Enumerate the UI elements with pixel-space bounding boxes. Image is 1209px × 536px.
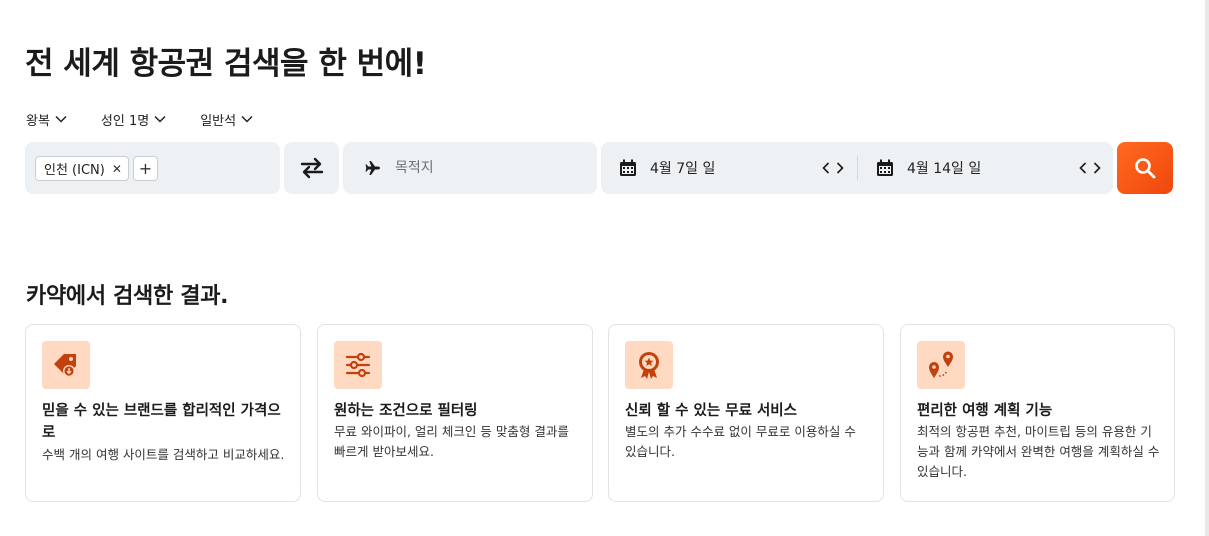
origin-field[interactable]: 인천 (ICN) ✕ + xyxy=(25,142,280,194)
feature-card-description: 최적의 항공편 추천, 마이트립 등의 유용한 기능과 함께 카약에서 완벽한 … xyxy=(917,424,1160,479)
search-icon xyxy=(1135,158,1156,179)
return-date-field[interactable]: 4월 14일 일 xyxy=(876,142,1108,194)
depart-next-day-button[interactable] xyxy=(833,160,847,176)
depart-prev-day-button[interactable] xyxy=(819,160,833,176)
destination-field[interactable] xyxy=(343,142,597,194)
cabin-class-dropdown[interactable]: 일반석 xyxy=(200,109,253,129)
swap-arrows-icon xyxy=(300,157,323,179)
feature-card-description: 수백 개의 여행 사이트를 검색하고 비교하세요. xyxy=(42,447,285,462)
return-date-nav xyxy=(1076,160,1104,176)
return-date-value: 4월 14일 일 xyxy=(907,161,982,177)
map-pins-icon xyxy=(917,341,965,389)
feature-card-title: 원하는 조건으로 필터링 xyxy=(334,403,478,419)
airplane-icon xyxy=(365,161,380,175)
page-title: 전 세계 항공권 검색을 한 번에! xyxy=(25,46,427,82)
origin-chip: 인천 (ICN) ✕ xyxy=(35,156,129,181)
depart-date-nav xyxy=(819,160,847,176)
depart-date-field[interactable]: 4월 7일 일 xyxy=(619,142,851,194)
date-divider xyxy=(857,156,858,180)
feature-card-title: 믿을 수 있는 브랜드를 합리적인 가격으로 xyxy=(42,403,281,441)
filter-sliders-icon xyxy=(334,341,382,389)
feature-card: 원하는 조건으로 필터링 무료 와이파이, 얼리 체크인 등 맞춤형 결과를 빠… xyxy=(317,324,593,502)
origin-chip-label: 인천 (ICN) xyxy=(44,163,105,178)
feature-card-title: 편리한 여행 계획 기능 xyxy=(917,403,1053,419)
cabin-class-label: 일반석 xyxy=(200,113,237,129)
chevron-right-icon xyxy=(1093,162,1101,174)
return-next-day-button[interactable] xyxy=(1090,160,1104,176)
chevron-right-icon xyxy=(836,162,844,174)
remove-origin-icon[interactable]: ✕ xyxy=(112,162,122,176)
destination-input[interactable] xyxy=(395,160,575,176)
passengers-dropdown[interactable]: 성인 1명 xyxy=(101,109,166,129)
feature-card-description: 무료 와이파이, 얼리 체크인 등 맞춤형 결과를 빠르게 받아보세요. xyxy=(334,424,569,459)
trip-type-label: 왕복 xyxy=(26,113,50,129)
return-prev-day-button[interactable] xyxy=(1076,160,1090,176)
chevron-down-icon xyxy=(55,115,67,123)
chevron-down-icon xyxy=(154,115,166,123)
trip-type-dropdown[interactable]: 왕복 xyxy=(26,109,67,129)
feature-card: 신뢰 할 수 있는 무료 서비스 별도의 추가 수수료 없이 무료로 이용하실 … xyxy=(608,324,884,502)
depart-date-value: 4월 7일 일 xyxy=(650,161,716,177)
passengers-label: 성인 1명 xyxy=(100,113,150,129)
feature-card-description: 별도의 추가 수수료 없이 무료로 이용하실 수 있습니다. xyxy=(625,424,856,459)
swap-button[interactable] xyxy=(284,142,339,194)
price-tag-icon xyxy=(42,341,90,389)
chevron-left-icon xyxy=(1079,162,1087,174)
search-options: 왕복 성인 1명 일반석 xyxy=(26,109,287,129)
feature-card: 편리한 여행 계획 기능 최적의 항공편 추천, 마이트립 등의 유용한 기능과… xyxy=(900,324,1175,502)
award-badge-icon xyxy=(625,341,673,389)
chevron-down-icon xyxy=(241,115,253,123)
scrollbar[interactable] xyxy=(1205,0,1209,536)
calendar-icon xyxy=(620,159,636,176)
date-range-field: 4월 7일 일 4월 14일 일 xyxy=(601,142,1113,194)
results-section-title: 카약에서 검색한 결과. xyxy=(26,284,229,309)
calendar-icon xyxy=(877,159,893,176)
feature-card: 믿을 수 있는 브랜드를 합리적인 가격으로 수백 개의 여행 사이트를 검색하… xyxy=(25,324,301,502)
feature-card-title: 신뢰 할 수 있는 무료 서비스 xyxy=(625,403,797,419)
chevron-left-icon xyxy=(822,162,830,174)
add-origin-button[interactable]: + xyxy=(133,156,158,181)
search-button[interactable] xyxy=(1117,142,1173,194)
